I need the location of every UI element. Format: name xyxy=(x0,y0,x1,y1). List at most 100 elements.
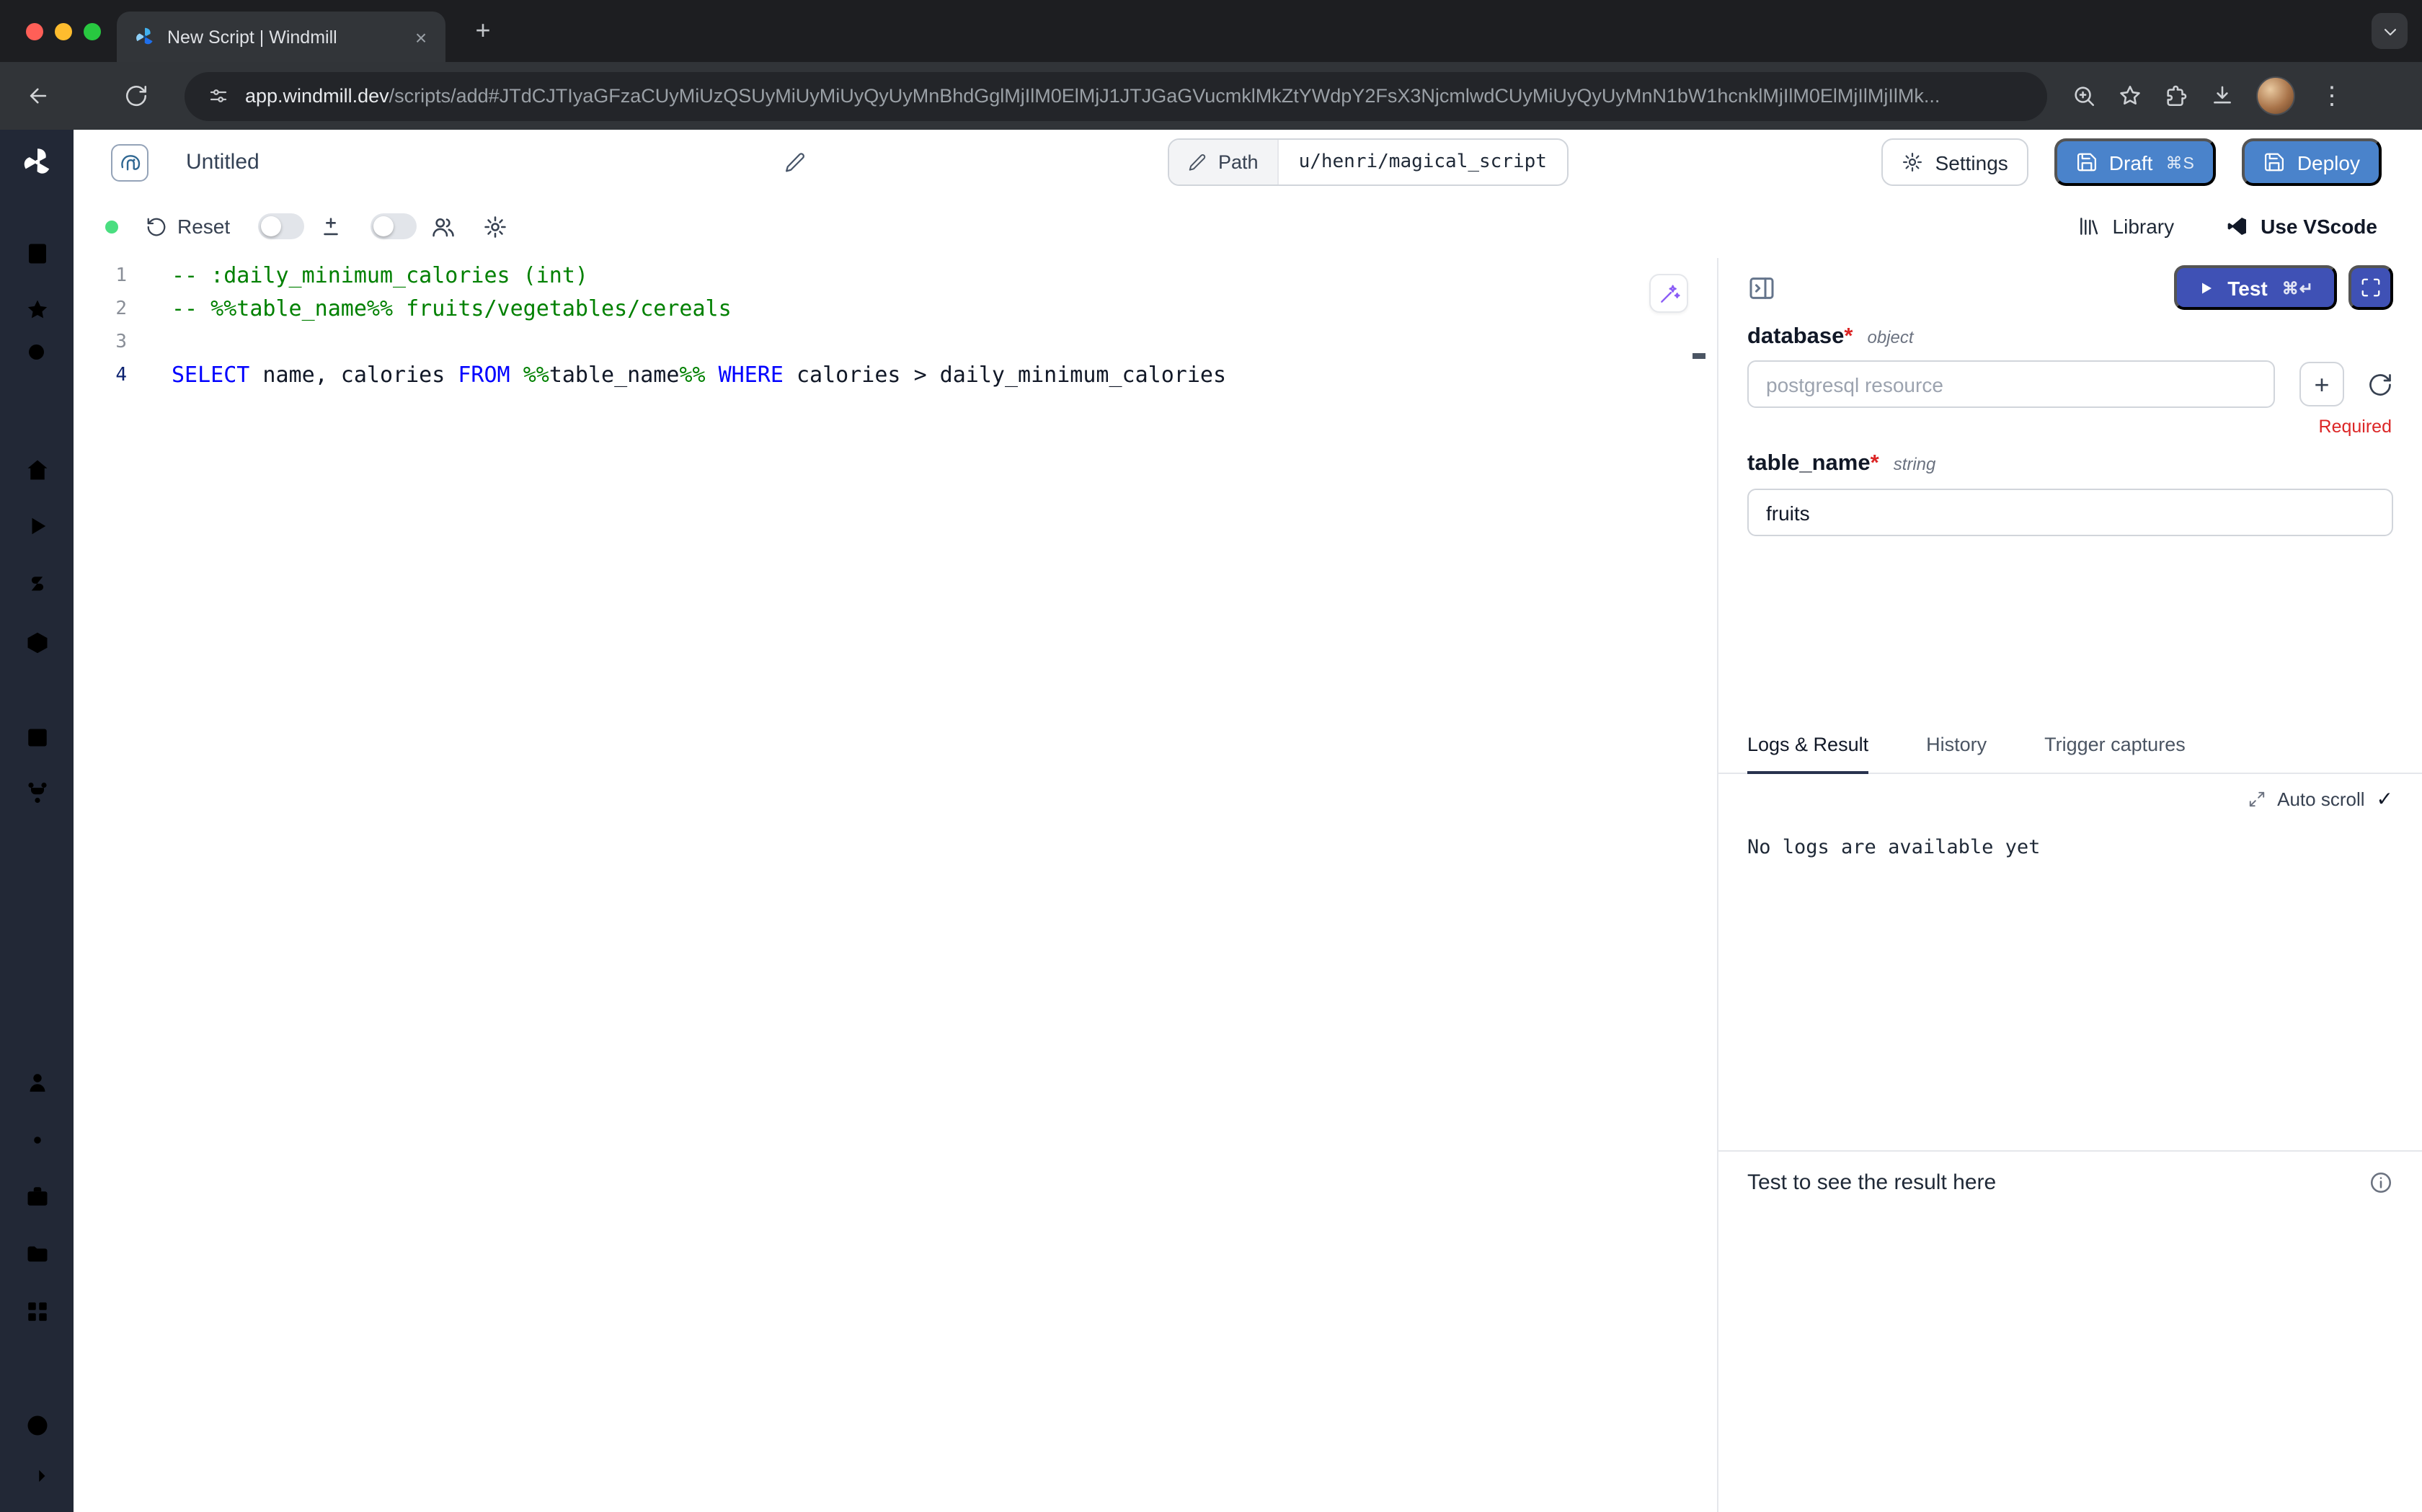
code-line[interactable]: -- :daily_minimum_calories (int) xyxy=(172,259,1717,293)
draft-button[interactable]: Draft ⌘S xyxy=(2054,138,2217,186)
result-area: Test to see the result here xyxy=(1747,1152,2393,1195)
multiplayer-users-icon xyxy=(430,214,455,239)
database-field-label: database* object xyxy=(1747,324,2393,350)
library-button[interactable]: Library xyxy=(2078,215,2175,238)
collapse-panel-icon[interactable] xyxy=(1747,273,1776,302)
windmill-logo-icon[interactable] xyxy=(20,146,53,179)
site-settings-icon[interactable] xyxy=(208,85,229,107)
new-tab-button[interactable]: + xyxy=(463,11,503,51)
sidebar-item-apps[interactable] xyxy=(24,1299,50,1325)
url-text: app.windmill.dev/scripts/add#JTdCJTIyaGF… xyxy=(245,85,1940,107)
line-number: 4 xyxy=(74,359,146,392)
table-name-field-label: table_name* string xyxy=(1747,451,2393,477)
auto-scroll-check-icon[interactable]: ✓ xyxy=(2377,787,2393,811)
gear-icon xyxy=(1902,151,1924,173)
expand-logs-icon[interactable] xyxy=(2247,790,2266,809)
browser-tab[interactable]: New Script | Windmill × xyxy=(117,12,445,62)
editor-settings-gear-icon[interactable] xyxy=(482,214,507,239)
logs-area: Auto scroll ✓ No logs are available yet xyxy=(1718,774,2422,1152)
required-hint: Required xyxy=(1747,417,2393,437)
sidebar-item-settings[interactable] xyxy=(24,1127,50,1153)
auto-scroll-label[interactable]: Auto scroll xyxy=(2277,788,2364,810)
profile-avatar[interactable] xyxy=(2256,76,2295,115)
downloads-icon[interactable] xyxy=(2210,84,2235,108)
line-number: 2 xyxy=(74,293,146,326)
bookmark-star-icon[interactable] xyxy=(2118,84,2142,108)
zoom-icon[interactable] xyxy=(2072,84,2096,108)
url-path: /scripts/add#JTdCJTIyaGFzaCUyMiUzQSUyMiU… xyxy=(389,85,1940,107)
sidebar-item-runs[interactable] xyxy=(24,513,50,539)
code-line[interactable]: SELECT name, calories FROM %%table_name%… xyxy=(172,359,1717,392)
browser-menu-icon[interactable]: ⋮ xyxy=(2317,84,2347,108)
refresh-resources-icon[interactable] xyxy=(2367,371,2393,397)
sidebar-item-folders[interactable] xyxy=(24,1241,50,1267)
add-resource-button[interactable]: + xyxy=(2299,362,2344,406)
ai-generate-button[interactable] xyxy=(1649,274,1688,313)
edit-title-pencil-icon[interactable] xyxy=(784,151,806,173)
code-line[interactable]: -- %%table_name%% fruits/vegetables/cere… xyxy=(172,293,1717,326)
close-window-button[interactable] xyxy=(26,22,43,40)
result-hint: Test to see the result here xyxy=(1747,1170,1996,1195)
sidebar-item-usage[interactable] xyxy=(24,571,50,597)
script-title[interactable]: Untitled xyxy=(186,150,260,174)
path-chip[interactable]: Path u/henri/magical_script xyxy=(1168,138,1569,186)
sidebar-item-add[interactable] xyxy=(24,836,50,862)
tab-search-button[interactable] xyxy=(2372,13,2408,49)
sidebar-item-resources[interactable] xyxy=(24,630,50,656)
chevron-down-icon xyxy=(2379,21,2400,41)
code-editor[interactable]: 1234 -- :daily_minimum_calories (int)-- … xyxy=(74,258,1718,1512)
status-dot xyxy=(105,220,118,233)
script-header: Untitled Path u/henri/magical_script Set… xyxy=(74,130,2422,195)
field-name: database* xyxy=(1747,324,1853,350)
code-area[interactable]: -- :daily_minimum_calories (int)-- %%tab… xyxy=(146,258,1717,1512)
sidebar-item-schedules[interactable] xyxy=(24,724,50,750)
address-bar[interactable]: app.windmill.dev/scripts/add#JTdCJTIyaGF… xyxy=(185,71,2047,120)
postgresql-elephant-icon xyxy=(116,148,143,176)
draft-label: Draft xyxy=(2109,151,2153,174)
pencil-icon xyxy=(1188,153,1207,172)
deploy-button[interactable]: Deploy xyxy=(2243,138,2382,186)
tab-logs-result[interactable]: Logs & Result xyxy=(1747,734,1868,774)
sidebar-item-help[interactable] xyxy=(24,1413,50,1438)
test-shortcut: ⌘↵ xyxy=(2282,277,2314,298)
sidebar-item-notebook[interactable] xyxy=(24,241,50,267)
workspace: 1234 -- :daily_minimum_calories (int)-- … xyxy=(74,258,2422,1512)
library-icon xyxy=(2078,215,2101,238)
code-line[interactable] xyxy=(172,326,1717,359)
library-label: Library xyxy=(2113,215,2175,238)
minimize-window-button[interactable] xyxy=(55,22,72,40)
extensions-puzzle-icon[interactable] xyxy=(2164,84,2188,108)
sidebar-item-home[interactable] xyxy=(24,457,50,483)
path-value: u/henri/magical_script xyxy=(1279,140,1567,184)
tab-history[interactable]: History xyxy=(1926,734,1987,773)
sidebar-item-workspace[interactable] xyxy=(24,1183,50,1209)
test-button[interactable]: Test ⌘↵ xyxy=(2174,265,2337,310)
reset-icon xyxy=(146,215,167,237)
magic-wand-icon xyxy=(1657,282,1680,305)
diff-toggle[interactable] xyxy=(257,213,303,239)
reset-button[interactable]: Reset xyxy=(146,215,230,238)
maximize-window-button[interactable] xyxy=(84,22,101,40)
multiplayer-toggle[interactable] xyxy=(370,213,416,239)
field-name: table_name* xyxy=(1747,451,1879,477)
settings-button[interactable]: Settings xyxy=(1882,138,2028,186)
sidebar-collapse-icon[interactable] xyxy=(24,1463,50,1489)
database-input[interactable] xyxy=(1747,360,2275,408)
tab-close-icon[interactable]: × xyxy=(408,24,434,50)
tab-trigger-captures[interactable]: Trigger captures xyxy=(2044,734,2186,773)
deploy-label: Deploy xyxy=(2297,151,2360,174)
reset-label: Reset xyxy=(177,215,230,238)
draft-shortcut: ⌘S xyxy=(2165,152,2194,172)
sidebar-item-favorites[interactable] xyxy=(24,297,50,323)
path-edit-button[interactable]: Path xyxy=(1169,140,1279,184)
back-button[interactable] xyxy=(17,76,58,116)
info-icon[interactable] xyxy=(2369,1170,2393,1195)
script-title-field[interactable]: Untitled xyxy=(186,150,806,174)
reload-button[interactable] xyxy=(115,76,156,116)
test-fullscreen-button[interactable] xyxy=(2348,265,2393,310)
sidebar-item-flows[interactable] xyxy=(24,780,50,806)
table-name-input[interactable] xyxy=(1747,489,2393,536)
use-vscode-button[interactable]: Use VScode xyxy=(2226,215,2377,238)
sidebar-item-search[interactable] xyxy=(24,340,50,366)
sidebar-item-users[interactable] xyxy=(24,1069,50,1095)
